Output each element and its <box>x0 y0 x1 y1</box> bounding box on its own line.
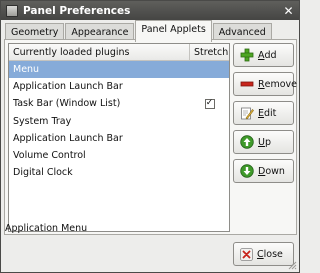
edit-button[interactable]: Edit <box>233 101 294 125</box>
add-button[interactable]: Add <box>233 43 294 67</box>
tab-panel-applets[interactable]: Panel Applets <box>135 20 212 42</box>
close-label-rest: lose <box>263 248 283 260</box>
add-icon <box>240 48 254 62</box>
edit-icon <box>240 106 254 120</box>
remove-button[interactable]: Remove <box>233 72 297 96</box>
close-button[interactable]: Close <box>233 242 294 266</box>
plugins-rows: Menu Application Launch Bar Task Bar (Wind… <box>9 61 229 181</box>
plugin-row[interactable]: Application Launch Bar <box>9 130 229 147</box>
down-mnemonic: D <box>258 165 266 177</box>
edit-label-rest: dit <box>264 107 277 119</box>
plugin-name: Task Bar (Window List) <box>13 98 121 110</box>
down-label-rest: own <box>265 165 285 177</box>
plugin-row[interactable]: System Tray <box>9 113 229 130</box>
panel-preferences-window: Panel Preferences ✕ Geometry Appearance … <box>0 0 300 273</box>
window-app-icon <box>6 4 18 17</box>
remove-label-rest: emove <box>264 78 297 90</box>
up-label-rest: p <box>264 136 271 148</box>
plugin-name: Application Launch Bar <box>13 81 123 93</box>
title-bar[interactable]: Panel Preferences ✕ <box>1 1 299 20</box>
arrow-down-icon <box>240 164 254 178</box>
plugin-action-buttons: Add Remove Edit Up D own <box>233 43 297 188</box>
close-icon <box>240 247 253 261</box>
down-button[interactable]: Down <box>233 159 294 183</box>
plugins-list[interactable]: Currently loaded plugins Stretch Menu App… <box>8 43 230 232</box>
plugin-stretch-cell: ✓ <box>190 98 229 109</box>
up-mnemonic: U <box>258 136 265 148</box>
window-title: Panel Preferences <box>23 4 131 17</box>
close-mnemonic: C <box>257 248 264 260</box>
plugin-row[interactable]: Task Bar (Window List) ✓ <box>9 95 229 112</box>
stretch-checkbox[interactable]: ✓ <box>204 98 215 109</box>
plugin-description: Application Menu <box>5 223 88 234</box>
add-label-rest: dd <box>264 49 277 61</box>
plugin-name: Volume Control <box>13 150 86 162</box>
panel-applets-page: Currently loaded plugins Stretch Menu App… <box>4 39 297 235</box>
remove-mnemonic: R <box>258 78 265 90</box>
plugin-name: Application Launch Bar <box>13 132 123 144</box>
arrow-up-icon <box>240 135 254 149</box>
resize-grip-icon[interactable] <box>288 261 297 270</box>
plugin-row[interactable]: Volume Control <box>9 147 229 164</box>
plugin-name: System Tray <box>13 115 72 127</box>
window-close-icon[interactable]: ✕ <box>281 3 296 18</box>
plugin-name: Menu <box>13 64 40 76</box>
plugin-row[interactable]: Application Launch Bar <box>9 78 229 95</box>
plugins-list-header: Currently loaded plugins Stretch <box>9 44 229 61</box>
plugin-name: Digital Clock <box>13 167 73 179</box>
column-header-stretch[interactable]: Stretch <box>190 44 229 60</box>
up-button[interactable]: Up <box>233 130 294 154</box>
tab-bar: Geometry Appearance Panel Applets Advanc… <box>5 20 295 42</box>
plugin-row[interactable]: Menu <box>9 61 229 79</box>
column-header-plugins[interactable]: Currently loaded plugins <box>9 44 190 60</box>
remove-icon <box>240 77 254 91</box>
plugin-row[interactable]: Digital Clock <box>9 164 229 181</box>
